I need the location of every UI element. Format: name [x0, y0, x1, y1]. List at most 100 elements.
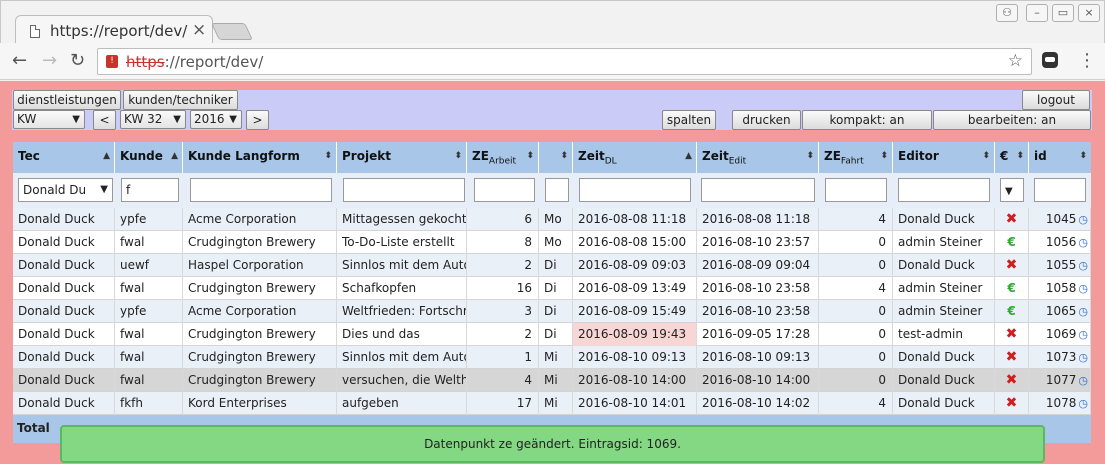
cell-status[interactable]: € [995, 277, 1029, 300]
history-icon[interactable]: ◷ [1078, 305, 1088, 318]
cell-editor[interactable]: admin Steiner [893, 231, 995, 254]
x-icon[interactable]: ✖ [1006, 372, 1018, 388]
cell-ze[interactable]: 2 [467, 254, 539, 277]
column-header-zeit-dl[interactable]: ZeitDL ▲ [573, 142, 697, 173]
cell-fahrt[interactable]: 4 [819, 208, 893, 231]
column-header-kunde[interactable]: Kunde ▲ [115, 142, 183, 173]
cell-status[interactable]: ✖ [995, 254, 1029, 277]
history-icon[interactable]: ◷ [1078, 259, 1088, 272]
cell-fahrt[interactable]: 4 [819, 277, 893, 300]
history-icon[interactable]: ◷ [1078, 213, 1088, 226]
logout-button[interactable]: logout [1022, 90, 1090, 110]
cell-edit[interactable]: 2016-08-10 09:13 [697, 346, 819, 369]
cell-ze[interactable]: 8 [467, 231, 539, 254]
zeit-edit-filter-input[interactable] [701, 178, 815, 202]
cell-langform[interactable]: Crudgington Brewery [183, 323, 337, 346]
history-icon[interactable]: ◷ [1078, 328, 1088, 341]
reload-icon[interactable]: ↻ [70, 50, 85, 71]
cell-projekt[interactable]: versuchen, die Welther [337, 369, 467, 392]
cell-fahrt[interactable]: 4 [819, 392, 893, 415]
cell-tag[interactable]: Mi [539, 392, 573, 415]
maximize-icon[interactable]: ▭ [1052, 4, 1074, 22]
column-header-zeit-edit[interactable]: ZeitEdit ⬍ [697, 142, 819, 173]
cell-fahrt[interactable]: 0 [819, 300, 893, 323]
cell-projekt[interactable]: To-Do-Liste erstellt [337, 231, 467, 254]
editor-filter-input[interactable] [898, 178, 990, 202]
cell-langform[interactable]: Acme Corporation [183, 300, 337, 323]
cell-kunde[interactable]: fwal [115, 231, 183, 254]
column-header-ze-fahrt[interactable]: ZEFahrt ⬍ [819, 142, 893, 173]
cell-tag[interactable]: Di [539, 277, 573, 300]
cell-tec[interactable]: Donald Duck [13, 346, 115, 369]
cell-tag[interactable]: Mi [539, 346, 573, 369]
cell-status[interactable]: ✖ [995, 369, 1029, 392]
history-icon[interactable]: ◷ [1078, 282, 1088, 295]
cell-kunde[interactable]: fwal [115, 346, 183, 369]
cell-edit[interactable]: 2016-08-10 23:58 [697, 277, 819, 300]
cell-tag[interactable]: Di [539, 300, 573, 323]
cell-status[interactable]: € [995, 300, 1029, 323]
cell-zeit[interactable]: 2016-08-10 09:13 [573, 346, 697, 369]
cell-editor[interactable]: Donald Duck [893, 254, 995, 277]
column-header-euro[interactable]: € ⬍ [995, 142, 1029, 173]
cell-tec[interactable]: Donald Duck [13, 369, 115, 392]
year-select[interactable]: 2016 ▼ [190, 110, 242, 129]
fahrt-filter-input[interactable] [825, 178, 887, 202]
x-icon[interactable]: ✖ [1006, 349, 1018, 365]
spalten-button[interactable]: spalten [662, 110, 716, 130]
cell-editor[interactable]: Donald Duck [893, 369, 995, 392]
x-icon[interactable]: ✖ [1006, 395, 1018, 411]
cell-edit[interactable]: 2016-08-08 11:18 [697, 208, 819, 231]
cell-kunde[interactable]: uewf [115, 254, 183, 277]
cell-edit[interactable]: 2016-08-10 14:00 [697, 369, 819, 392]
cell-langform[interactable]: Crudgington Brewery [183, 231, 337, 254]
cell-ze[interactable]: 4 [467, 369, 539, 392]
cell-status[interactable]: ✖ [995, 392, 1029, 415]
cell-langform[interactable]: Acme Corporation [183, 208, 337, 231]
cell-edit[interactable]: 2016-08-10 23:58 [697, 300, 819, 323]
cell-tec[interactable]: Donald Duck [13, 254, 115, 277]
cell-fahrt[interactable]: 0 [819, 254, 893, 277]
cell-tec[interactable]: Donald Duck [13, 208, 115, 231]
address-bar[interactable]: ! https://report/dev/ ☆ [97, 48, 1032, 75]
table-row[interactable]: Donald Duck ypfe Acme Corporation Weltfried… [13, 300, 1091, 323]
cell-editor[interactable]: Donald Duck [893, 208, 995, 231]
table-row[interactable]: Donald Duck fwal Crudgington Brewery Schafk… [13, 277, 1091, 300]
tag-filter-input[interactable] [545, 178, 569, 202]
cell-tag[interactable]: Mo [539, 231, 573, 254]
kompakt-toggle[interactable]: kompakt: an [802, 110, 932, 130]
cell-tag[interactable]: Mo [539, 208, 573, 231]
cell-zeit[interactable]: 2016-08-09 15:49 [573, 300, 697, 323]
cell-editor[interactable]: test-admin [893, 323, 995, 346]
cell-id[interactable]: 1055 ◷ [1029, 254, 1091, 277]
browser-tab[interactable]: https://report/dev/ × [15, 15, 213, 45]
cell-langform[interactable]: Kord Enterprises [183, 392, 337, 415]
cell-id[interactable]: 1056 ◷ [1029, 231, 1091, 254]
period-select[interactable]: KW ▼ [13, 110, 85, 129]
cell-kunde[interactable]: ypfe [115, 208, 183, 231]
cell-status[interactable]: ✖ [995, 323, 1029, 346]
cell-zeit[interactable]: 2016-08-08 15:00 [573, 231, 697, 254]
column-header-editor[interactable]: Editor ⬍ [893, 142, 995, 173]
cell-langform[interactable]: Crudgington Brewery [183, 346, 337, 369]
cell-tec[interactable]: Donald Duck [13, 300, 115, 323]
cell-zeit[interactable]: 2016-08-09 13:49 [573, 277, 697, 300]
cell-projekt[interactable]: Mittagessen gekocht [337, 208, 467, 231]
bookmark-star-icon[interactable]: ☆ [1008, 51, 1023, 71]
euro-filter-select[interactable]: ▼ [1000, 178, 1024, 202]
cell-edit[interactable]: 2016-08-10 14:02 [697, 392, 819, 415]
cell-id[interactable]: 1078 ◷ [1029, 392, 1091, 415]
cell-id[interactable]: 1069 ◷ [1029, 323, 1091, 346]
cell-id[interactable]: 1045 ◷ [1029, 208, 1091, 231]
cell-projekt[interactable]: aufgeben [337, 392, 467, 415]
cell-edit[interactable]: 2016-08-09 09:04 [697, 254, 819, 277]
cell-projekt[interactable]: Dies und das [337, 323, 467, 346]
cell-langform[interactable]: Crudgington Brewery [183, 277, 337, 300]
history-icon[interactable]: ◷ [1078, 397, 1088, 410]
column-header-id[interactable]: id ⬍ [1029, 142, 1091, 173]
cell-tec[interactable]: Donald Duck [13, 392, 115, 415]
cell-editor[interactable]: admin Steiner [893, 300, 995, 323]
new-tab-button[interactable] [211, 23, 253, 40]
extension-icon[interactable] [1042, 52, 1058, 68]
table-row[interactable]: Donald Duck fwal Crudgington Brewery Sinnlo… [13, 346, 1091, 369]
